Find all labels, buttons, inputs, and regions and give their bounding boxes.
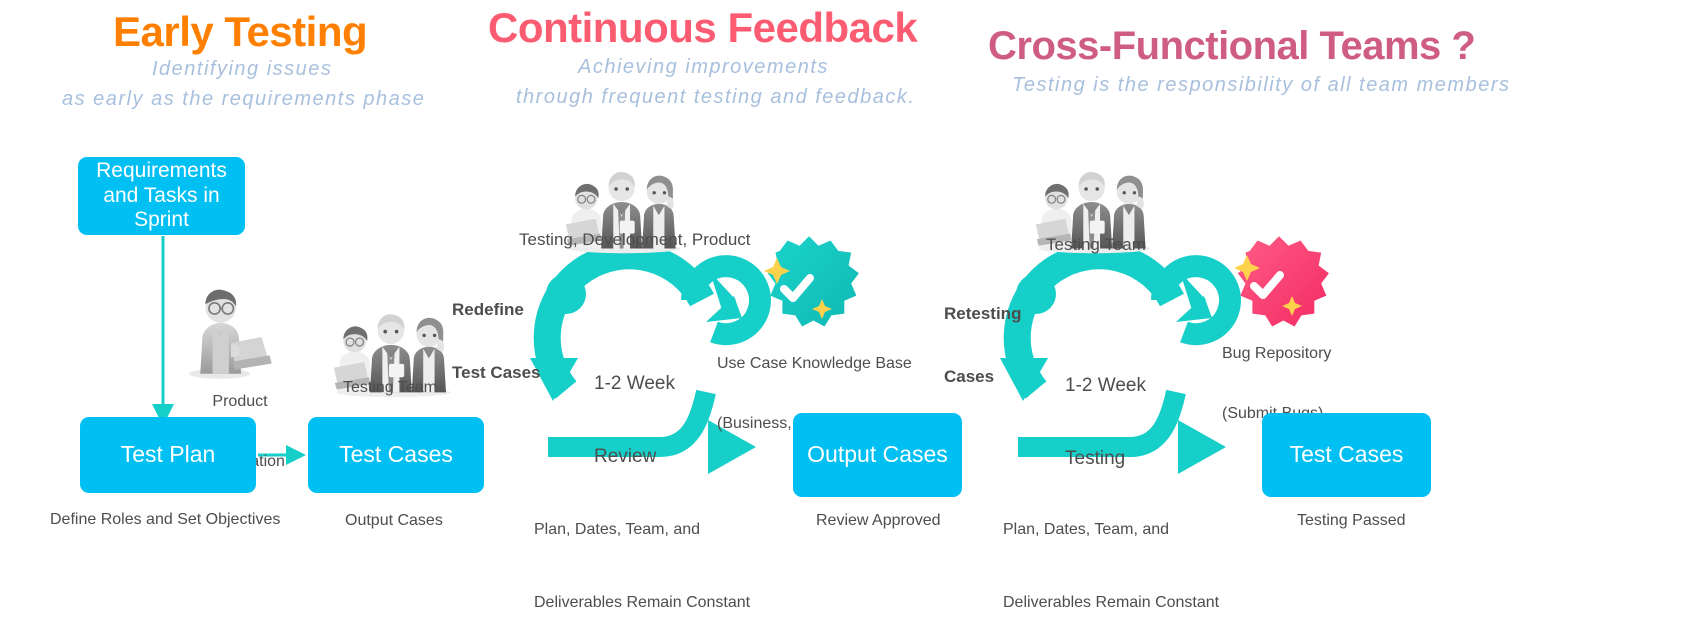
label-cycle-testing-line1: 1-2 Week <box>1065 375 1146 396</box>
box-test-plan[interactable]: Test Plan <box>80 417 256 493</box>
label-cycle-testing: 1-2 Week Testing <box>1065 338 1146 487</box>
section-title-continuous-feedback: Continuous Feedback <box>488 4 918 51</box>
label-knowledge-base-line1: Use Case Knowledge Base <box>717 355 912 372</box>
caption-define-roles: Define Roles and Set Objectives <box>50 511 281 528</box>
caption-plan-dates-line1-col3: Plan, Dates, Team, and <box>1003 521 1170 538</box>
section-title-early-testing: Early Testing <box>113 8 368 55</box>
check-badge-icon <box>767 236 859 327</box>
caption-output-cases-col1: Output Cases <box>345 512 443 529</box>
section-subtitle-early-testing-line2: as early as the requirements phase <box>62 88 426 110</box>
label-redefine-test-cases: Redefine Test Cases <box>452 256 541 405</box>
caption-plan-dates-line1-col2: Plan, Dates, Team, and <box>534 521 701 538</box>
label-cycle-review-line1: 1-2 Week <box>594 373 675 394</box>
caption-testing-passed: Testing Passed <box>1297 512 1406 529</box>
caption-review-approved: Review Approved <box>816 512 941 529</box>
section-subtitle-cross-functional-teams: Testing is the responsibility of all tea… <box>1012 74 1511 96</box>
section-subtitle-early-testing-line1: Identifying issues <box>152 58 333 80</box>
section-title-cross-functional-teams: Cross-Functional Teams ? <box>988 24 1476 69</box>
label-product-presentation-line1: Product <box>212 393 268 410</box>
label-testing-development-product: Testing, Development, Product <box>519 230 751 249</box>
section-subtitle-continuous-feedback-line2: through frequent testing and feedback. <box>516 86 916 108</box>
label-retesting-line2: Cases <box>944 367 995 387</box>
caption-plan-dates-line2-col2: Deliverables Remain Constant <box>534 594 751 611</box>
box-test-cases-col3[interactable]: Test Cases <box>1262 413 1431 497</box>
question-mark: ? <box>1451 24 1476 68</box>
section-title-text: Cross-Functional Teams <box>988 24 1441 68</box>
box-requirements-and-tasks[interactable]: Requirements and Tasks in Sprint <box>78 157 245 235</box>
label-retesting-cases: Retesting Cases <box>944 260 1021 409</box>
section-subtitle-continuous-feedback-line1: Achieving improvements <box>578 56 829 78</box>
label-retesting-line1: Retesting <box>944 303 1022 323</box>
caption-plan-dates-line2-col3: Deliverables Remain Constant <box>1003 594 1220 611</box>
caption-plan-dates-team-col3: Plan, Dates, Team, and Deliverables Rema… <box>1003 480 1219 633</box>
label-redefine-line1: Redefine <box>452 299 524 319</box>
box-test-cases-col1[interactable]: Test Cases <box>308 417 484 493</box>
label-cycle-review-line2: Review <box>594 446 657 467</box>
caption-plan-dates-team-col2: Plan, Dates, Team, and Deliverables Rema… <box>534 480 750 633</box>
label-cycle-testing-line2: Testing <box>1065 448 1126 469</box>
label-testing-team-col3: Testing Team <box>1046 235 1146 254</box>
label-cycle-review: 1-2 Week Review <box>594 336 675 485</box>
label-testing-team-col1: Testing Team <box>343 379 437 396</box>
label-redefine-line2: Test Cases <box>452 363 541 383</box>
label-bug-repository-line1: Bug Repository <box>1222 345 1332 362</box>
arrow-down-icon <box>152 236 174 426</box>
sparkle-icon <box>764 258 832 319</box>
box-output-cases-col2[interactable]: Output Cases <box>793 413 962 497</box>
